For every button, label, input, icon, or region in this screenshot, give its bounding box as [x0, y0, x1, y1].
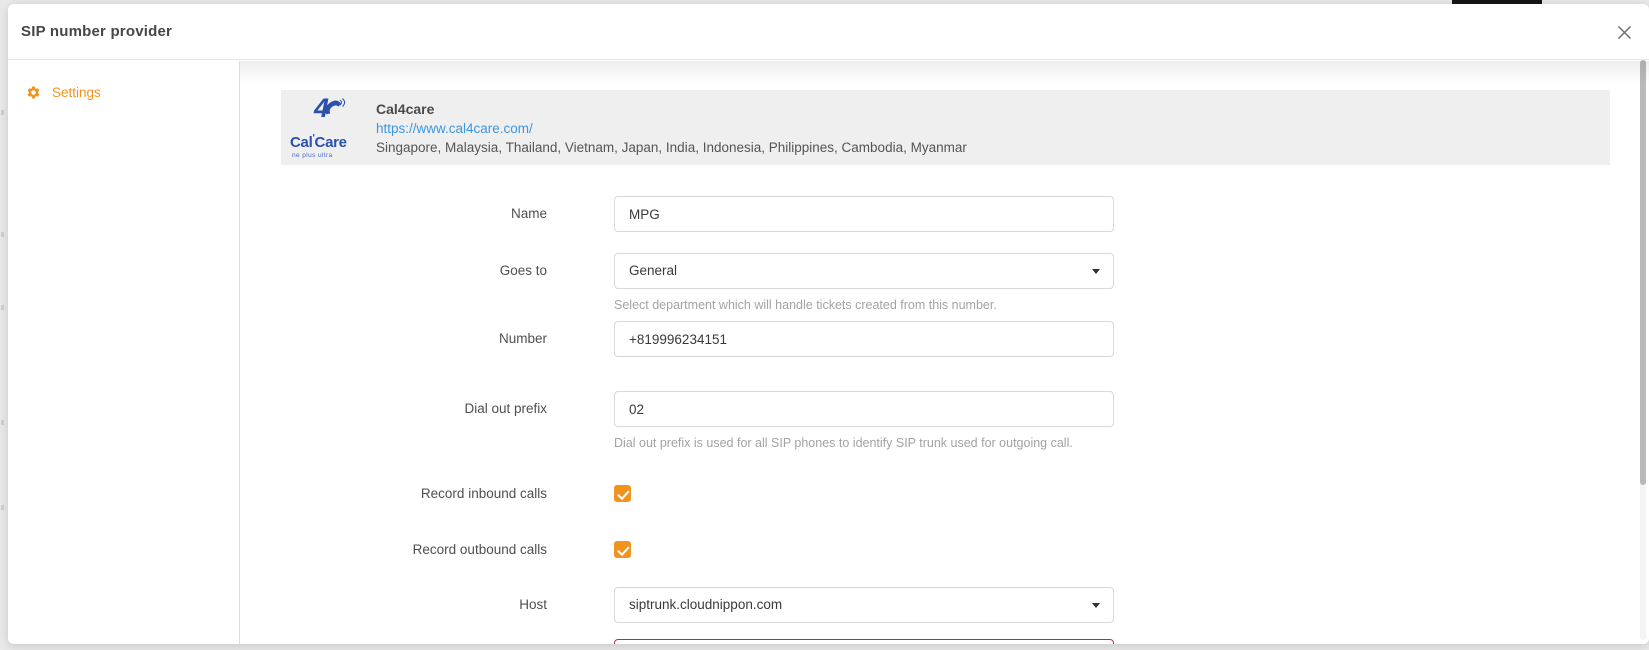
dial-out-prefix-input[interactable]: [614, 391, 1114, 427]
record-outbound-checkbox[interactable]: [614, 541, 631, 558]
goes-to-helper: Select department which will handle tick…: [614, 298, 1114, 312]
number-input[interactable]: [614, 321, 1114, 357]
background-artifact: [1, 305, 4, 310]
goes-to-label: Goes to: [307, 253, 547, 312]
error-field-row: [307, 639, 1114, 644]
gear-icon: [26, 85, 41, 100]
background-artifact: [1, 420, 4, 425]
background-artifact: [1, 505, 4, 510]
error-field-input[interactable]: [614, 639, 1114, 644]
record-outbound-row: Record outbound calls: [307, 541, 631, 558]
screen: SIP number provider Settings: [0, 0, 1649, 650]
goes-to-value: General: [629, 263, 677, 278]
chevron-down-icon: [1092, 269, 1100, 274]
modal-header: SIP number provider: [8, 4, 1649, 60]
provider-url-link[interactable]: https://www.cal4care.com/: [376, 121, 967, 136]
background-artifact: [1, 110, 4, 115]
chevron-down-icon: [1092, 603, 1100, 608]
host-row: Host siptrunk.cloudnippon.com: [307, 587, 1114, 623]
background-artifact: [1, 232, 4, 237]
provider-name: Cal4care: [376, 101, 967, 117]
host-select[interactable]: siptrunk.cloudnippon.com: [614, 587, 1114, 623]
logo-wordmark: Cal'Care: [290, 133, 347, 151]
provider-logo: 4 Cal'Care ne plus ultra: [290, 96, 362, 160]
phone-handset-icon: [320, 96, 346, 120]
modal-body: Settings 4 Cal'Care ne plus ult: [8, 61, 1649, 644]
goes-to-select[interactable]: General: [614, 253, 1114, 289]
modal-title: SIP number provider: [21, 4, 172, 60]
dial-out-prefix-row: Dial out prefix Dial out prefix is used …: [307, 391, 1114, 450]
goes-to-row: Goes to General Select department which …: [307, 253, 1114, 312]
logo-tagline: ne plus ultra: [292, 152, 333, 159]
close-icon: [1617, 25, 1632, 40]
provider-countries: Singapore, Malaysia, Thailand, Vietnam, …: [376, 140, 967, 155]
sidebar: Settings: [8, 61, 240, 644]
host-label: Host: [307, 587, 547, 623]
sip-provider-modal: SIP number provider Settings: [8, 4, 1649, 644]
record-inbound-label: Record inbound calls: [307, 485, 547, 502]
sidebar-item-settings[interactable]: Settings: [8, 78, 239, 107]
name-row: Name: [307, 196, 1114, 232]
settings-panel: 4 Cal'Care ne plus ultra Cal4care https:…: [241, 61, 1649, 644]
scrollbar-thumb[interactable]: [1640, 60, 1646, 485]
provider-info: Cal4care https://www.cal4care.com/ Singa…: [376, 101, 967, 155]
number-label: Number: [307, 321, 547, 357]
settings-label: Settings: [52, 85, 101, 100]
number-row: Number: [307, 321, 1114, 357]
host-value: siptrunk.cloudnippon.com: [629, 597, 782, 612]
dial-out-prefix-helper: Dial out prefix is used for all SIP phon…: [614, 436, 1114, 450]
name-label: Name: [307, 196, 547, 232]
dial-out-prefix-label: Dial out prefix: [307, 391, 547, 450]
record-inbound-row: Record inbound calls: [307, 485, 631, 502]
name-input[interactable]: [614, 196, 1114, 232]
record-outbound-label: Record outbound calls: [307, 541, 547, 558]
record-inbound-checkbox[interactable]: [614, 485, 631, 502]
provider-card: 4 Cal'Care ne plus ultra Cal4care https:…: [281, 90, 1610, 165]
close-button[interactable]: [1615, 23, 1633, 41]
